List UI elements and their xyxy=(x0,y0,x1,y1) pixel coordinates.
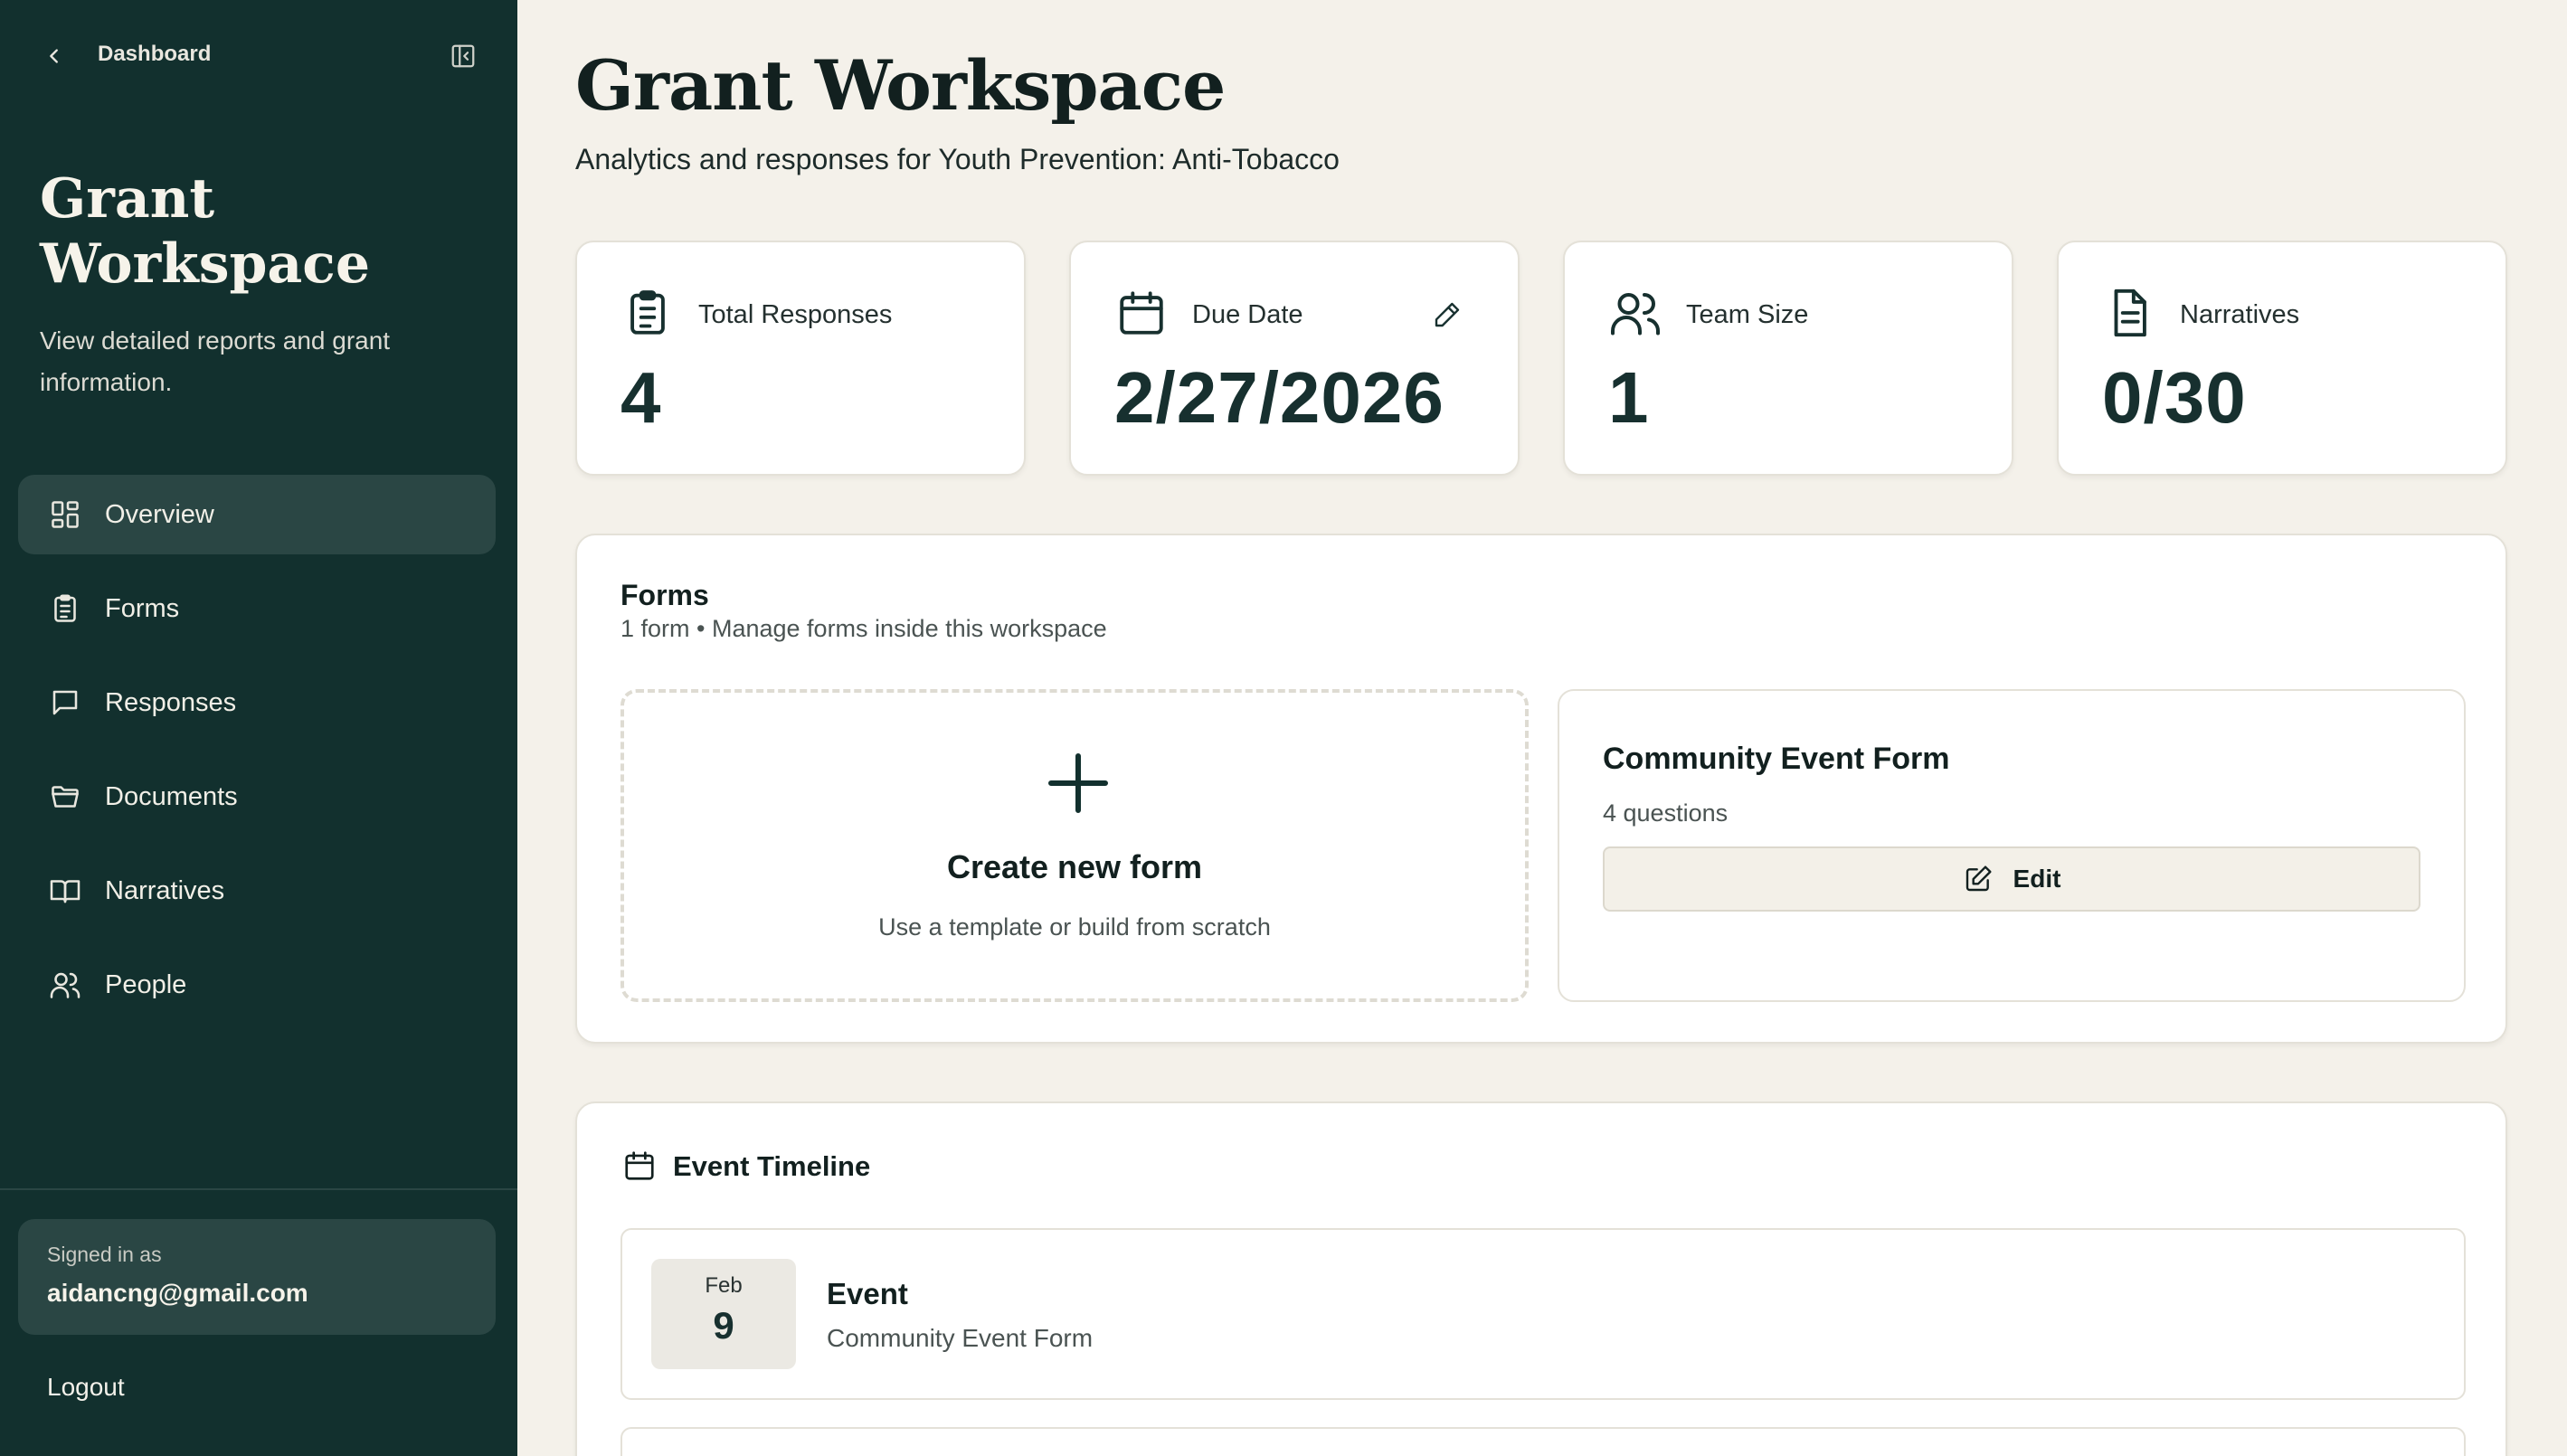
edit-form-button[interactable]: Edit xyxy=(1603,846,2420,912)
chat-icon xyxy=(47,685,83,721)
book-icon xyxy=(47,873,83,909)
signed-in-label: Signed in as xyxy=(47,1243,162,1266)
event-month: Feb xyxy=(705,1273,743,1298)
stat-value: 1 xyxy=(1608,357,1650,438)
user-info: Signed in as aidancng@gmail.com xyxy=(18,1219,496,1335)
event-form-name: Community Event Form xyxy=(827,1324,1094,1352)
chevron-left-icon xyxy=(50,49,58,63)
calendar-icon xyxy=(620,1147,658,1185)
sidebar-nav: Overview Forms Responses Documents Narra… xyxy=(18,475,496,1039)
create-form-button[interactable]: Create new form Use a template or build … xyxy=(620,689,1529,1002)
sidebar-item-overview[interactable]: Overview xyxy=(18,475,496,554)
grid-icon xyxy=(47,496,83,533)
sidebar-item-label: Forms xyxy=(105,593,180,623)
event-timeline-title: Event Timeline xyxy=(673,1150,871,1182)
sidebar-item-people[interactable]: People xyxy=(18,945,496,1025)
back-label[interactable]: Dashboard xyxy=(98,42,211,67)
sidebar-title: Grant Workspace xyxy=(40,167,371,296)
sidebar-item-forms[interactable]: Forms xyxy=(18,569,496,648)
user-email: aidancng@gmail.com xyxy=(47,1279,308,1307)
sidebar-description: View detailed reports and grant informat… xyxy=(40,326,391,396)
create-form-subtitle: Use a template or build from scratch xyxy=(878,913,1271,941)
page-subtitle: Analytics and responses for Youth Preven… xyxy=(575,143,1340,175)
sidebar-item-label: People xyxy=(105,969,187,999)
event-date-badge: Feb 9 xyxy=(651,1259,796,1369)
stat-card-due-date: Due Date 2/27/2026 xyxy=(1069,241,1520,476)
clipboard-icon xyxy=(47,591,83,627)
create-form-title: Create new form xyxy=(946,848,1203,885)
form-card-title: Community Event Form xyxy=(1603,742,1950,776)
timeline-event[interactable] xyxy=(620,1427,2466,1456)
event-name: Event xyxy=(827,1277,908,1310)
edit-due-date-button[interactable] xyxy=(1426,293,1469,336)
sidebar-collapse-icon xyxy=(451,44,475,68)
collapse-sidebar-button[interactable] xyxy=(443,36,483,76)
event-timeline-panel: Event Timeline Feb 9 Event Community Eve… xyxy=(575,1101,2507,1456)
sidebar-item-label: Responses xyxy=(105,687,237,717)
stat-label: Total Responses xyxy=(698,300,893,329)
sidebar-header: Dashboard xyxy=(0,0,517,112)
forms-panel: Forms 1 form • Manage forms inside this … xyxy=(575,534,2507,1044)
document-icon xyxy=(2102,286,2156,340)
stat-label: Team Size xyxy=(1686,300,1809,329)
folder-icon xyxy=(47,779,83,815)
sidebar-divider xyxy=(0,1188,517,1190)
page-title: Grant Workspace xyxy=(575,45,1226,126)
event-day: 9 xyxy=(713,1304,734,1347)
forms-subtitle: 1 form • Manage forms inside this worksp… xyxy=(620,615,1107,642)
form-card[interactable]: Community Event Form 4 questions Edit xyxy=(1558,689,2466,1002)
clipboard-icon xyxy=(620,286,675,340)
sidebar-item-documents[interactable]: Documents xyxy=(18,757,496,837)
main-content: Grant Workspace Analytics and responses … xyxy=(517,0,2567,1456)
stat-value: 4 xyxy=(620,357,662,438)
logout-button[interactable]: Logout xyxy=(47,1373,125,1402)
forms-title: Forms xyxy=(620,579,709,611)
users-icon xyxy=(47,967,83,1003)
stat-card-total-responses: Total Responses 4 xyxy=(575,241,1026,476)
sidebar-item-narratives[interactable]: Narratives xyxy=(18,851,496,931)
stat-label: Due Date xyxy=(1192,300,1303,329)
plus-icon xyxy=(1048,753,1108,813)
calendar-icon xyxy=(1114,286,1169,340)
stat-value: 0/30 xyxy=(2102,357,2247,438)
sidebar-item-label: Documents xyxy=(105,781,238,811)
stat-value: 2/27/2026 xyxy=(1114,357,1445,438)
timeline-event[interactable]: Feb 9 Event Community Event Form xyxy=(620,1228,2466,1400)
stat-card-team-size: Team Size 1 xyxy=(1563,241,2013,476)
back-button[interactable] xyxy=(34,36,74,76)
sidebar-item-label: Overview xyxy=(105,499,214,529)
sidebar: Dashboard Grant Workspace View detailed … xyxy=(0,0,517,1456)
sidebar-item-label: Narratives xyxy=(105,875,225,905)
pencil-icon xyxy=(1435,302,1460,327)
edit-button-label: Edit xyxy=(2013,865,2061,893)
stat-card-narratives: Narratives 0/30 xyxy=(2057,241,2507,476)
sidebar-item-responses[interactable]: Responses xyxy=(18,663,496,742)
stat-label: Narratives xyxy=(2180,300,2300,329)
users-icon xyxy=(1608,286,1662,340)
form-card-question-count: 4 questions xyxy=(1603,799,1729,827)
edit-icon xyxy=(1963,864,1994,894)
